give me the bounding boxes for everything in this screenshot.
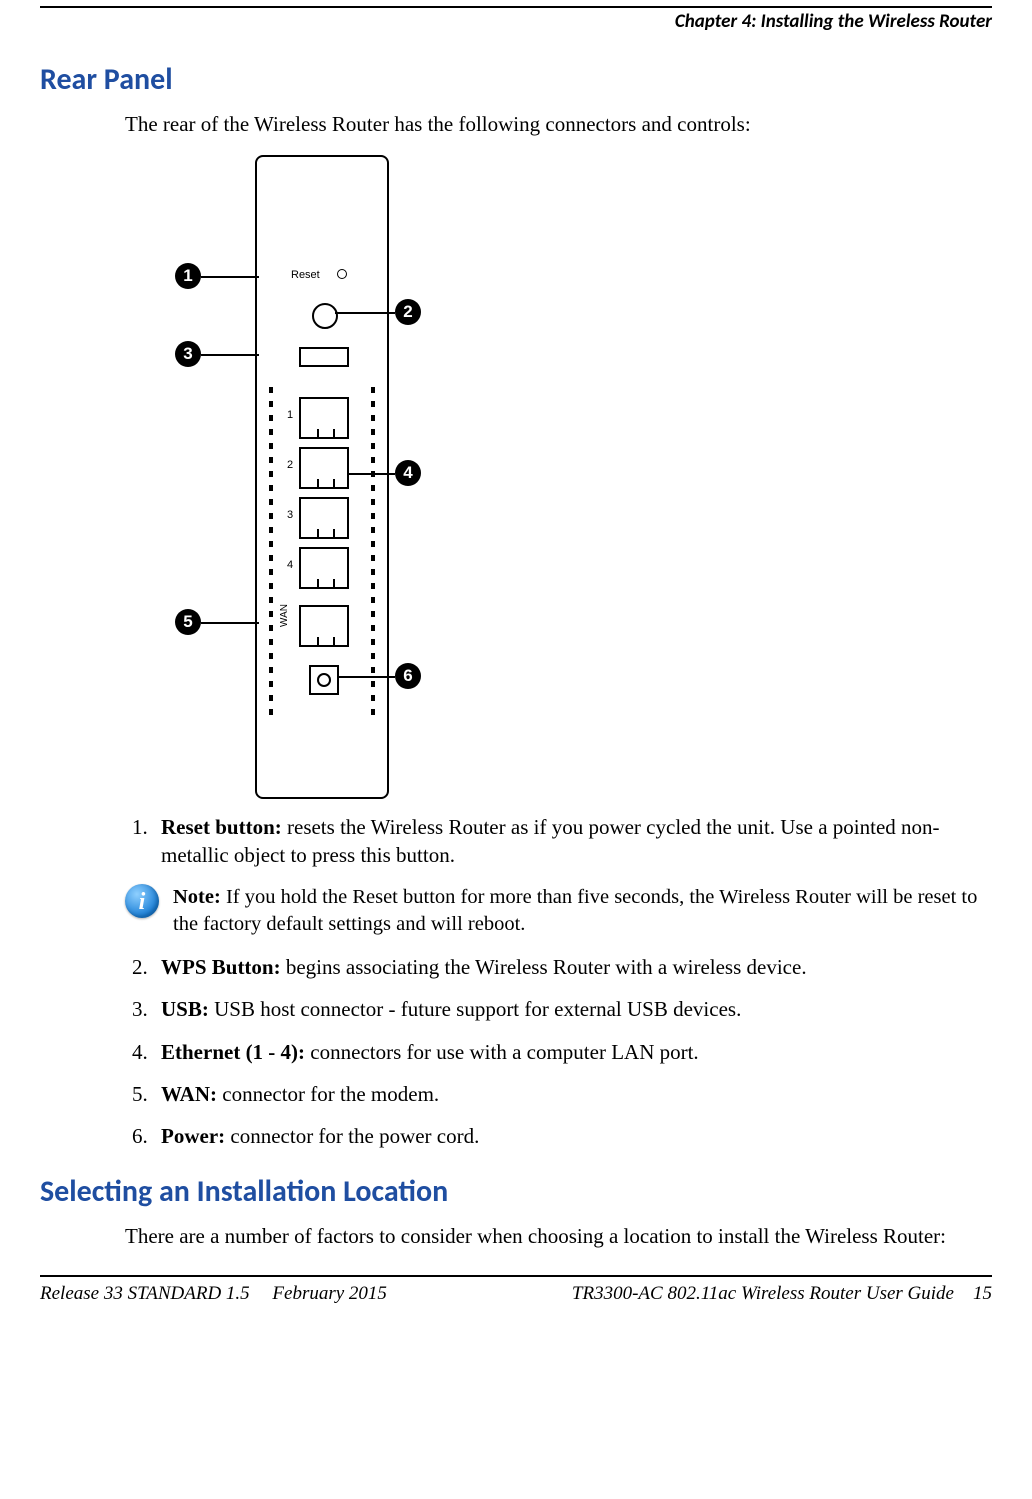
power-jack-icon: [309, 665, 339, 695]
leader-line: [201, 276, 259, 278]
item-text: connector for the modem.: [217, 1082, 439, 1106]
lan-number: 2: [287, 459, 293, 471]
leader-line: [339, 676, 395, 678]
rear-panel-list-cont: WPS Button: begins associating the Wirel…: [125, 953, 987, 1151]
list-item: WAN: connector for the modem.: [153, 1080, 987, 1108]
list-item: WPS Button: begins associating the Wirel…: [153, 953, 987, 981]
note-block: Note: If you hold the Reset button for m…: [125, 884, 987, 939]
rear-panel-intro: The rear of the Wireless Router has the …: [125, 112, 987, 137]
footer-date: February 2015: [272, 1283, 387, 1304]
item-label: WAN:: [161, 1082, 217, 1106]
heading-install-location: Selecting an Installation Location: [40, 1173, 992, 1210]
lan-number: 4: [287, 559, 293, 571]
lan2-port-icon: [299, 447, 349, 489]
item-text: USB host connector - future support for …: [209, 997, 741, 1021]
item-text: begins associating the Wireless Router w…: [281, 955, 807, 979]
item-text: connector for the power cord.: [225, 1124, 479, 1148]
callout-1: 1: [175, 263, 201, 289]
footer-page: 15: [973, 1283, 992, 1304]
item-label: WPS Button:: [161, 955, 281, 979]
footer-release: Release 33 STANDARD 1.5: [40, 1283, 250, 1304]
vent-icon: [269, 387, 273, 717]
leader-line: [201, 622, 259, 624]
usb-port-icon: [299, 347, 349, 367]
vent-icon: [371, 387, 375, 717]
callout-5: 5: [175, 609, 201, 635]
callout-4: 4: [395, 460, 421, 486]
reset-label: Reset: [291, 269, 320, 281]
item-text: connectors for use with a computer LAN p…: [305, 1040, 699, 1064]
rear-panel-figure: Reset 1 2 3 4 WAN 1 2: [175, 155, 435, 795]
wan-port-icon: [299, 605, 349, 647]
leader-line: [335, 312, 395, 314]
leader-line: [347, 473, 395, 475]
callout-6: 6: [395, 663, 421, 689]
wps-button-icon: [312, 303, 338, 329]
list-item: Reset button: resets the Wireless Router…: [153, 813, 987, 870]
item-label: Reset button:: [161, 815, 282, 839]
lan-number: 3: [287, 509, 293, 521]
page-footer: Release 33 STANDARD 1.5 February 2015 TR…: [40, 1275, 992, 1315]
callout-3: 3: [175, 341, 201, 367]
lan-number: 1: [287, 409, 293, 421]
list-item: Power: connector for the power cord.: [153, 1122, 987, 1150]
lan1-port-icon: [299, 397, 349, 439]
lan3-port-icon: [299, 497, 349, 539]
leader-line: [201, 354, 259, 356]
note-label: Note:: [173, 886, 221, 908]
reset-hole-icon: [337, 269, 347, 279]
wan-label: WAN: [279, 604, 290, 627]
info-icon: [125, 884, 159, 918]
footer-guide: TR3300-AC 802.11ac Wireless Router User …: [572, 1283, 954, 1304]
callout-2: 2: [395, 299, 421, 325]
running-header: Chapter 4: Installing the Wireless Route…: [40, 8, 992, 39]
note-text: If you hold the Reset button for more th…: [173, 886, 977, 936]
list-item: Ethernet (1 - 4): connectors for use wit…: [153, 1038, 987, 1066]
lan4-port-icon: [299, 547, 349, 589]
item-label: USB:: [161, 997, 209, 1021]
heading-rear-panel: Rear Panel: [40, 61, 992, 98]
rear-panel-list: Reset button: resets the Wireless Router…: [125, 813, 987, 870]
item-label: Ethernet (1 - 4):: [161, 1040, 305, 1064]
router-illustration: Reset 1 2 3 4 WAN: [255, 155, 389, 799]
list-item: USB: USB host connector - future support…: [153, 995, 987, 1023]
install-location-intro: There are a number of factors to conside…: [125, 1224, 987, 1249]
item-label: Power:: [161, 1124, 225, 1148]
